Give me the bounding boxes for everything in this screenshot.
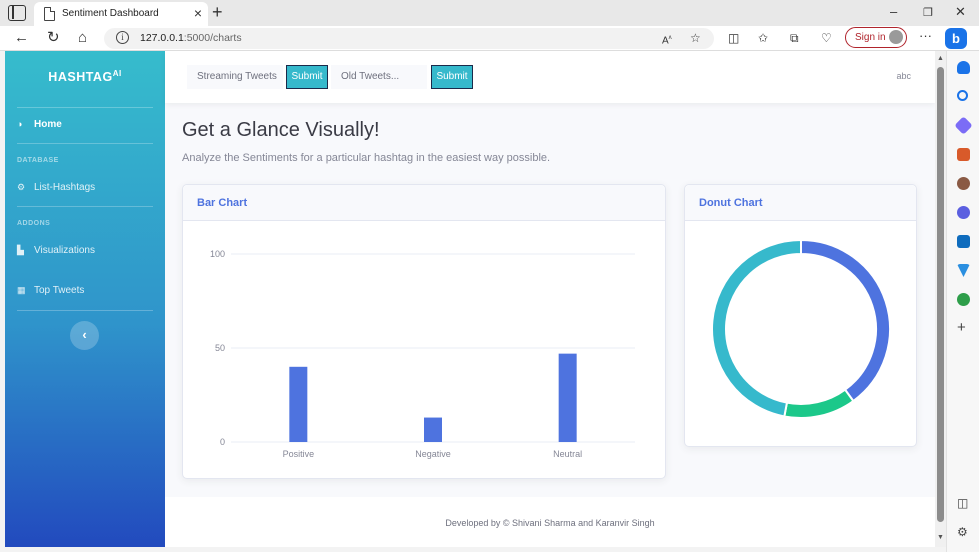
x-tick-label: Positive — [283, 449, 315, 459]
read-aloud-icon[interactable]: Aʌ — [662, 31, 672, 48]
scroll-up-icon[interactable]: ▲ — [937, 55, 944, 62]
bar — [289, 366, 308, 442]
sidebar: HASHTAGAI ◑ Home DATABASE ⚙ List-Hashtags … — [5, 51, 165, 547]
refresh-icon[interactable]: ↻ — [47, 29, 60, 47]
sidebar-layout-icon[interactable]: ◫ — [957, 496, 968, 510]
divider — [17, 107, 153, 108]
sidebar-item-top-tweets[interactable]: ▦ Top Tweets — [17, 285, 84, 296]
scroll-thumb[interactable] — [937, 67, 944, 522]
footer-credits: Developed by © Shivani Sharma and Karanv… — [445, 518, 655, 528]
new-tab-icon[interactable]: + — [212, 2, 223, 23]
close-window-icon[interactable]: ✕ — [955, 4, 966, 20]
donut-chart-title: Donut Chart — [699, 197, 763, 209]
chart-area-icon: ▙ — [17, 245, 24, 255]
card-header: Donut Chart — [685, 185, 916, 221]
divider — [17, 143, 153, 144]
sign-in-button[interactable]: Sign in — [845, 27, 907, 48]
close-tab-icon[interactable]: × — [194, 5, 202, 21]
tree-icon[interactable] — [957, 293, 970, 306]
split-screen-icon[interactable]: ◫ — [728, 31, 739, 45]
card-header: Bar Chart — [183, 185, 665, 221]
streaming-tweets-input[interactable]: Streaming Tweets — [187, 65, 283, 89]
address-bar: ← ↻ ⌂ i 127.0.0.1:5000/charts Aʌ ☆ ◫ ✩ ⧉… — [0, 26, 979, 51]
sidebar-heading-addons: ADDONS — [17, 220, 51, 227]
old-tweets-input[interactable]: Old Tweets... — [331, 65, 427, 89]
search-icon[interactable] — [957, 90, 968, 101]
scroll-down-icon[interactable]: ▼ — [937, 534, 944, 541]
donut-chart-card: Donut Chart — [684, 184, 917, 447]
back-icon[interactable]: ← — [14, 29, 29, 47]
notification-bell-icon[interactable] — [957, 61, 970, 74]
donut-slice — [783, 388, 855, 419]
y-tick-label: 50 — [215, 343, 225, 353]
restore-icon[interactable]: ❐ — [923, 6, 933, 19]
microsoft365-icon[interactable] — [957, 206, 970, 219]
page-title: Get a Glance Visually! — [182, 119, 380, 141]
url-field[interactable]: i 127.0.0.1:5000/charts — [104, 28, 714, 49]
add-icon[interactable]: + — [957, 319, 966, 336]
outlook-icon[interactable] — [957, 235, 970, 248]
y-tick-label: 100 — [210, 249, 225, 259]
submit-old-button[interactable]: Submit — [431, 65, 473, 89]
home-icon[interactable]: ⌂ — [78, 29, 87, 47]
edge-sidebar: + ◫ ⚙ — [946, 51, 979, 552]
footer: Developed by © Shivani Sharma and Karanv… — [165, 497, 935, 547]
x-tick-label: Neutral — [553, 449, 582, 459]
page-icon — [44, 7, 55, 21]
games-icon[interactable] — [957, 177, 970, 190]
url-text: 127.0.0.1:5000/charts — [140, 32, 242, 44]
tab-title: Sentiment Dashboard — [62, 8, 159, 19]
favorite-star-icon[interactable]: ☆ — [690, 31, 701, 45]
settings-gear-icon[interactable]: ⚙ — [957, 525, 968, 539]
bar-chart: 0 50 100 Positive Negative Neutral — [210, 249, 635, 459]
divider — [17, 310, 153, 311]
sidebar-toggle-button[interactable]: ‹ — [70, 321, 99, 350]
topbar: Streaming Tweets Submit Old Tweets... Su… — [165, 51, 935, 103]
browser-tab-bar: Sentiment Dashboard × + – ❐ ✕ — [0, 0, 979, 26]
bar-chart-card: Bar Chart 0 50 100 Positive Negative Neutral — [182, 184, 666, 479]
y-tick-label: 0 — [220, 437, 225, 447]
sidebar-item-visualizations[interactable]: ▙ Visualizations — [17, 245, 95, 256]
user-name[interactable]: abc — [896, 71, 911, 81]
more-menu-icon[interactable]: ··· — [919, 29, 932, 43]
brand-logo[interactable]: HASHTAGAI — [5, 69, 165, 84]
sidebar-item-home[interactable]: ◑ Home — [17, 119, 62, 130]
collections-icon[interactable]: ⧉ — [790, 31, 799, 45]
avatar — [889, 30, 903, 44]
bar — [424, 417, 442, 442]
minimize-icon[interactable]: – — [890, 4, 897, 19]
extensions-icon[interactable]: ♡ — [821, 31, 832, 45]
x-tick-label: Negative — [415, 449, 451, 459]
copilot-icon[interactable]: b — [945, 28, 967, 49]
submit-streaming-button[interactable]: Submit — [286, 65, 328, 89]
donut-slice — [711, 238, 802, 418]
cog-icon: ⚙ — [17, 182, 26, 192]
toolbox-icon[interactable] — [957, 148, 970, 161]
page-viewport: HASHTAGAI ◑ Home DATABASE ⚙ List-Hashtags … — [5, 51, 935, 547]
donut-chart — [711, 238, 891, 419]
bar — [558, 353, 577, 442]
divider — [17, 206, 153, 207]
sidebar-heading-database: DATABASE — [17, 157, 59, 164]
tag-icon[interactable] — [954, 116, 973, 135]
site-info-icon[interactable]: i — [116, 31, 129, 44]
browser-tab[interactable]: Sentiment Dashboard × — [34, 2, 208, 26]
bar-chart-title: Bar Chart — [197, 197, 248, 209]
send-icon[interactable] — [957, 264, 970, 277]
favorites-icon[interactable]: ✩ — [758, 31, 768, 45]
tab-actions-icon[interactable] — [8, 5, 26, 21]
page-subtitle: Analyze the Sentiments for a particular … — [182, 152, 551, 164]
page-scrollbar[interactable]: ▲ ▼ — [935, 51, 946, 547]
tachometer-icon: ◑ — [17, 119, 23, 129]
donut-slice — [800, 238, 891, 403]
sidebar-item-list-hashtags[interactable]: ⚙ List-Hashtags — [17, 182, 95, 193]
table-icon: ▦ — [17, 285, 26, 295]
